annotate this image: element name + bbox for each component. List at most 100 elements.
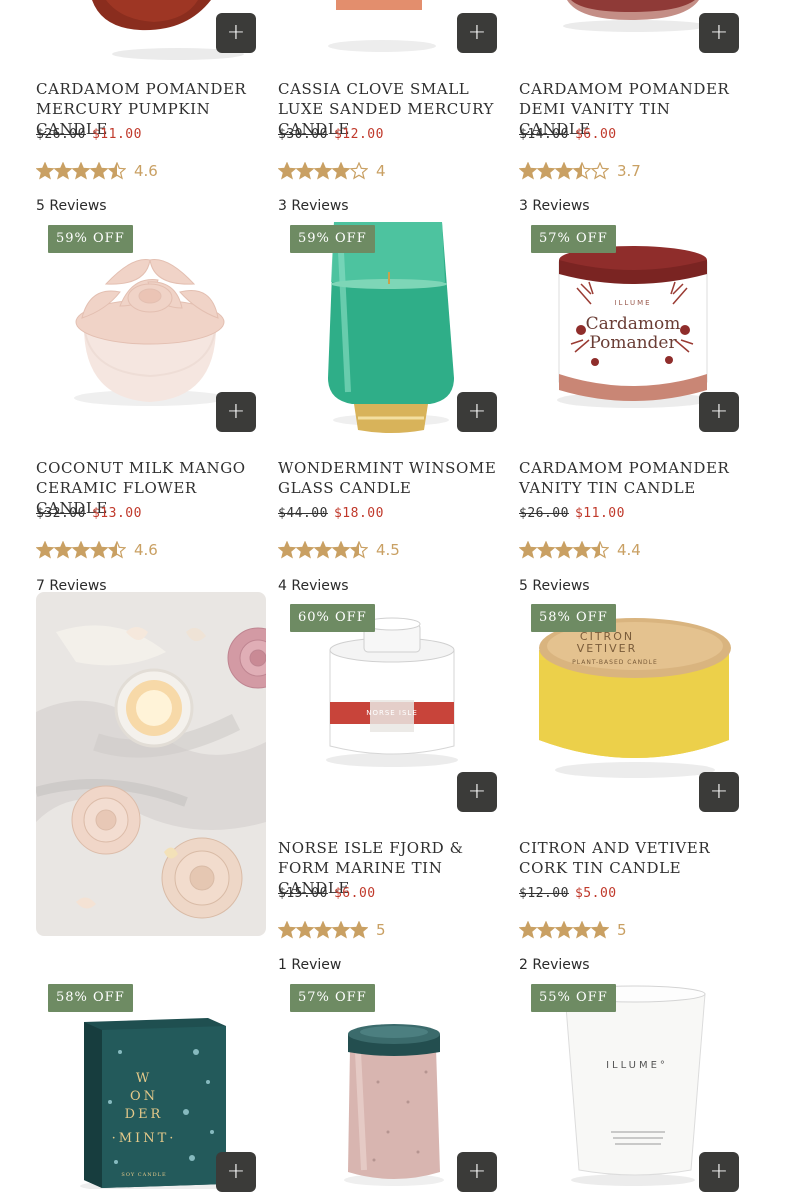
star-rating: 5 (519, 920, 627, 940)
add-to-cart-button[interactable]: + (699, 13, 739, 53)
star-full-icon (573, 541, 591, 559)
add-to-cart-button[interactable]: + (216, 392, 256, 432)
add-to-cart-button[interactable]: + (216, 1152, 256, 1192)
plus-icon: + (467, 1159, 487, 1184)
add-to-cart-button[interactable]: + (699, 392, 739, 432)
star-full-icon (278, 541, 296, 559)
sale-price: $18.00 (333, 506, 384, 521)
add-to-cart-button[interactable]: + (457, 13, 497, 53)
rating-value: 4.4 (617, 541, 641, 559)
review-count[interactable]: 4 Reviews (278, 578, 349, 594)
star-full-icon (332, 541, 350, 559)
product-price: $32.00 $13.00 (36, 506, 142, 521)
star-full-icon (90, 162, 108, 180)
star-full-icon (537, 921, 555, 939)
stars (519, 921, 609, 939)
original-price: $26.00 (36, 127, 86, 142)
promo-lifestyle-image[interactable] (36, 592, 266, 936)
original-price: $30.00 (278, 127, 328, 142)
star-rating: 4 (278, 161, 386, 181)
add-to-cart-button[interactable]: + (457, 392, 497, 432)
add-to-cart-button[interactable]: + (457, 772, 497, 812)
star-full-icon (555, 162, 573, 180)
rating-value: 3.7 (617, 162, 641, 180)
star-full-icon (54, 162, 72, 180)
star-full-icon (519, 541, 537, 559)
add-to-cart-button[interactable]: + (699, 772, 739, 812)
star-full-icon (278, 162, 296, 180)
tin-label: NORSE ISLE (366, 709, 418, 717)
star-full-icon (36, 541, 54, 559)
review-count[interactable]: 3 Reviews (519, 198, 590, 214)
rating-value: 5 (376, 921, 386, 939)
plus-icon: + (467, 779, 487, 804)
review-count[interactable]: 5 Reviews (36, 198, 107, 214)
plus-icon: + (226, 399, 246, 424)
star-full-icon (519, 162, 537, 180)
sale-price: $11.00 (574, 506, 625, 521)
review-count[interactable]: 3 Reviews (278, 198, 349, 214)
star-full-icon (332, 921, 350, 939)
sale-price: $5.00 (574, 886, 617, 901)
stars (278, 541, 368, 559)
plus-icon: + (467, 399, 487, 424)
product-price: $44.00 $18.00 (278, 506, 384, 521)
box-text-2: ON (130, 1089, 158, 1104)
star-full-icon (537, 541, 555, 559)
star-half-icon (573, 162, 591, 180)
cork-label-line3: PLANT-BASED CANDLE (572, 659, 658, 666)
original-price: $32.00 (36, 506, 86, 521)
stars (36, 162, 126, 180)
discount-badge: 57% OFF (290, 984, 375, 1012)
plus-icon: + (709, 1159, 729, 1184)
product-title[interactable]: CARDAMOM POMANDER VANITY TIN CANDLE (519, 458, 745, 498)
star-full-icon (72, 162, 90, 180)
star-full-icon (296, 921, 314, 939)
star-half-icon (350, 541, 368, 559)
star-full-icon (591, 921, 609, 939)
discount-badge: 58% OFF (48, 984, 133, 1012)
tin-brand-label: ILLUME (614, 299, 651, 307)
original-price: $44.00 (278, 506, 328, 521)
stars (278, 921, 368, 939)
tin-label-line1: Cardamom (586, 314, 681, 334)
add-to-cart-button[interactable]: + (699, 1152, 739, 1192)
review-count[interactable]: 1 Review (278, 957, 341, 973)
star-rating: 3.7 (519, 161, 641, 181)
product-price: $26.00 $11.00 (36, 127, 142, 142)
lifestyle-photo (36, 592, 266, 936)
add-to-cart-button[interactable]: + (457, 1152, 497, 1192)
product-price: $30.00 $12.00 (278, 127, 384, 142)
star-full-icon (573, 921, 591, 939)
star-half-icon (108, 541, 126, 559)
box-text-1: W (136, 1071, 152, 1086)
star-full-icon (296, 541, 314, 559)
plus-icon: + (226, 20, 246, 45)
discount-badge: 55% OFF (531, 984, 616, 1012)
product-title[interactable]: CITRON AND VETIVER CORK TIN CANDLE (519, 838, 745, 878)
plus-icon: + (709, 779, 729, 804)
star-full-icon (296, 162, 314, 180)
star-rating: 4.4 (519, 540, 641, 560)
discount-badge: 58% OFF (531, 604, 616, 632)
review-count[interactable]: 5 Reviews (519, 578, 590, 594)
star-rating: 4.6 (36, 540, 158, 560)
tin-label-line2: Pomander (589, 333, 677, 353)
sale-price: $11.00 (91, 127, 142, 142)
star-rating: 4.6 (36, 161, 158, 181)
discount-badge: 59% OFF (290, 225, 375, 253)
stars (36, 541, 126, 559)
cork-label-line2: VETIVER (577, 642, 638, 655)
review-count[interactable]: 2 Reviews (519, 957, 590, 973)
star-full-icon (332, 162, 350, 180)
product-price: $12.00 $5.00 (519, 886, 617, 901)
plus-icon: + (467, 20, 487, 45)
product-title[interactable]: WONDERMINT WINSOME GLASS CANDLE (278, 458, 504, 498)
star-half-icon (591, 541, 609, 559)
product-price: $15.00 $6.00 (278, 886, 376, 901)
stars (519, 541, 609, 559)
add-to-cart-button[interactable]: + (216, 13, 256, 53)
stars (278, 162, 368, 180)
star-rating: 4.5 (278, 540, 400, 560)
star-full-icon (350, 921, 368, 939)
